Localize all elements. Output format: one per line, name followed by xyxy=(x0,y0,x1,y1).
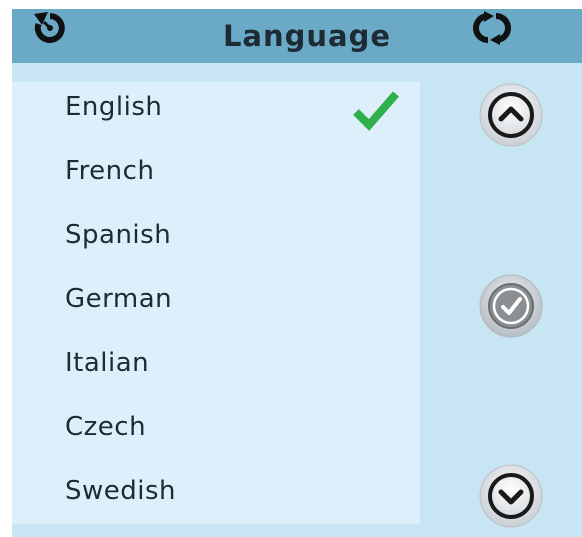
selected-check-icon xyxy=(353,91,400,131)
language-label: English xyxy=(65,92,163,122)
refresh-button[interactable] xyxy=(470,10,514,46)
refresh-icon xyxy=(473,11,511,45)
list-item[interactable]: Czech xyxy=(65,402,405,452)
list-item[interactable]: Italian xyxy=(65,338,405,388)
scroll-up-button[interactable] xyxy=(479,83,543,147)
language-label: German xyxy=(65,284,173,314)
list-item[interactable]: Swedish xyxy=(65,466,405,516)
language-label: Spanish xyxy=(65,220,172,250)
language-label: Swedish xyxy=(65,476,177,506)
language-label: Czech xyxy=(65,412,147,442)
back-icon xyxy=(34,12,65,43)
list-item[interactable]: French xyxy=(65,146,405,196)
back-button[interactable] xyxy=(28,10,72,46)
confirm-button[interactable] xyxy=(479,274,543,338)
list-item[interactable]: Spanish xyxy=(65,210,405,260)
chevron-down-icon xyxy=(479,464,543,528)
language-label: Italian xyxy=(65,348,150,378)
chevron-up-icon xyxy=(479,83,543,147)
check-icon xyxy=(479,274,543,338)
scroll-down-button[interactable] xyxy=(479,464,543,528)
list-item[interactable]: German xyxy=(65,274,405,324)
language-label: French xyxy=(65,156,155,186)
